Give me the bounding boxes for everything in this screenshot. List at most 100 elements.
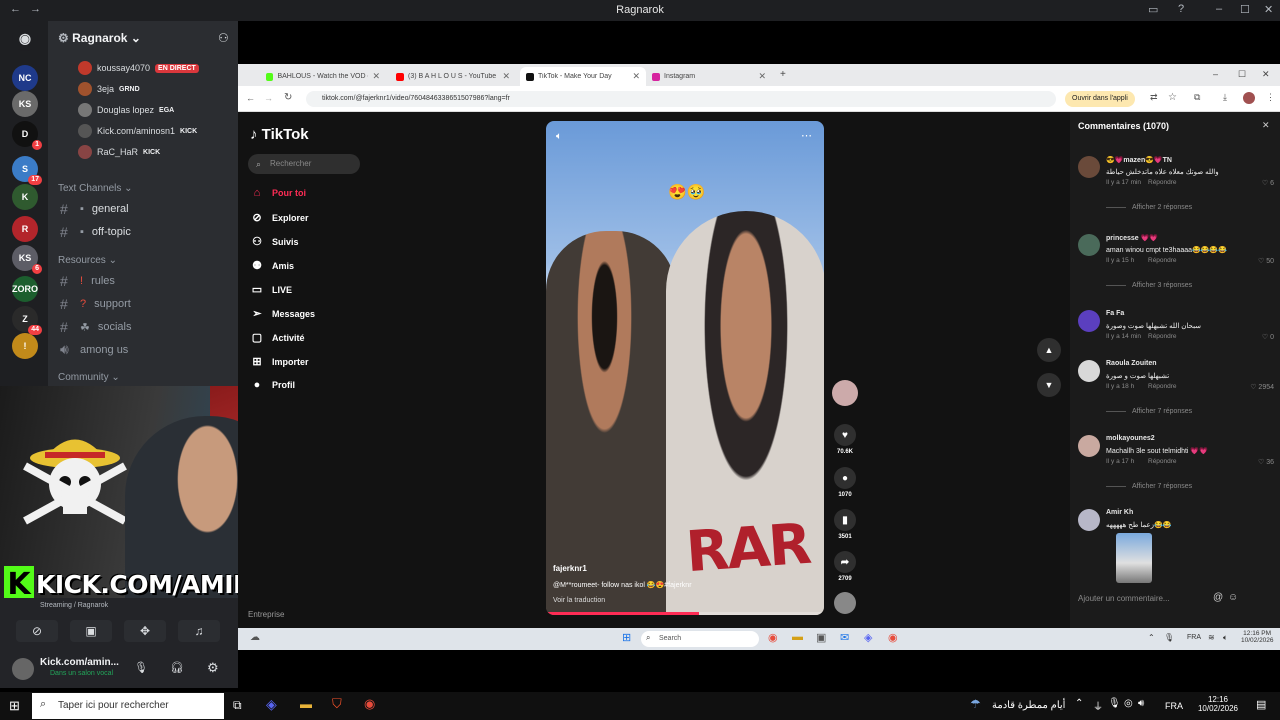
nav-item-messages[interactable]: ➢ Messages xyxy=(250,307,315,320)
download-icon[interactable]: ⤓ xyxy=(1223,92,1227,103)
windows-start-icon[interactable]: ⊞ xyxy=(9,698,20,714)
footer-link[interactable]: Entreprise xyxy=(248,610,284,619)
server-icon[interactable]: S 17 xyxy=(12,156,42,185)
avatar[interactable] xyxy=(1078,360,1100,382)
mute-video-button[interactable]: ⊘ xyxy=(16,620,58,642)
show-replies-button[interactable]: Afficher 7 réponses xyxy=(1106,483,1192,490)
channel-rules[interactable]: #! rules xyxy=(60,273,115,289)
wifi-icon[interactable]: ≋ xyxy=(1208,633,1215,642)
windows-start-icon[interactable]: ⊞ xyxy=(622,631,631,644)
back-icon[interactable]: ← xyxy=(246,93,255,103)
mic-icon[interactable]: 🎙︎ xyxy=(1108,698,1121,709)
inner-search-box[interactable]: Search xyxy=(641,631,759,647)
minimize-icon[interactable]: – xyxy=(1213,69,1218,79)
tray-chevron-icon[interactable]: ⌃ xyxy=(1148,633,1155,642)
comment-username[interactable]: Fa Fa xyxy=(1106,310,1124,317)
volume-icon[interactable]: 🔊︎ xyxy=(1138,698,1144,709)
add-comment-input[interactable]: Ajouter un commentaire... xyxy=(1078,594,1218,603)
maximize-icon[interactable]: ☐ xyxy=(1240,3,1250,16)
nav-item-suivis[interactable]: ⚇ Suivis xyxy=(250,235,298,248)
volume-icon[interactable]: 🔈︎ xyxy=(556,131,562,142)
soundboard-button[interactable]: ♫ xyxy=(178,620,220,642)
store-icon[interactable]: ▣ xyxy=(816,631,826,644)
inbox-icon[interactable]: ▭ xyxy=(1148,3,1158,16)
nav-item-profil[interactable]: ● Profil xyxy=(250,379,295,391)
more-options-icon[interactable]: ⋯ xyxy=(801,129,812,142)
star-icon[interactable]: ☆ xyxy=(1168,92,1177,103)
comment-username[interactable]: molkayounes2 xyxy=(1106,435,1155,442)
comment-like-button[interactable]: ♡ 36 xyxy=(1258,458,1274,466)
help-icon[interactable]: ? xyxy=(1178,3,1184,15)
language-indicator[interactable]: FRA xyxy=(1187,634,1201,641)
language-indicator[interactable]: FRA xyxy=(1165,701,1183,711)
comment-like-button[interactable]: ♡ 2954 xyxy=(1250,383,1274,391)
usb-icon[interactable]: ⏚ xyxy=(1093,698,1103,713)
forward-icon[interactable]: → xyxy=(264,93,273,103)
chrome-icon[interactable]: ◉ xyxy=(768,631,778,644)
comment-username[interactable]: 😎💗mazen😎💗TN xyxy=(1106,156,1172,164)
open-in-app-button[interactable]: Ouvrir dans l'appli xyxy=(1065,91,1135,107)
brave-icon[interactable]: ⛉ xyxy=(332,696,342,712)
browser-tab[interactable]: BAHLOUS - Watch the VOD on ✕ xyxy=(260,67,386,86)
creator-avatar-button[interactable] xyxy=(830,380,860,409)
guild-header[interactable]: ⚙ Ragnarok ⌄ xyxy=(58,31,141,45)
maximize-icon[interactable]: ☐ xyxy=(1238,69,1246,80)
inner-clock[interactable]: 12:16 PM 10/02/2026 xyxy=(1241,630,1274,644)
like-button[interactable]: ♥ 70.6K xyxy=(830,424,860,455)
notifications-icon[interactable]: ▤ xyxy=(1256,698,1266,711)
server-icon[interactable]: NC xyxy=(12,65,38,91)
reply-button[interactable]: Répondre xyxy=(1148,383,1177,390)
tiktok-search-input[interactable]: Rechercher xyxy=(248,154,360,174)
comment-like-button[interactable]: ♡ 50 xyxy=(1258,257,1274,265)
settings-gear-icon[interactable]: ⚙ xyxy=(207,660,219,676)
show-replies-button[interactable]: Afficher 7 réponses xyxy=(1106,408,1192,415)
video-progress-bar[interactable] xyxy=(546,612,824,615)
new-tab-icon[interactable]: + xyxy=(780,69,786,80)
comment-username[interactable]: Amir Kh xyxy=(1106,509,1133,516)
server-icon[interactable]: KS 6 xyxy=(12,245,42,274)
see-translation-link[interactable]: Voir la traduction xyxy=(553,597,605,604)
server-icon[interactable]: ! xyxy=(12,333,38,359)
server-icon[interactable]: Z 44 xyxy=(12,306,42,335)
channel-support[interactable]: #? support xyxy=(60,296,131,312)
channel-general[interactable]: # ▪ general xyxy=(60,201,129,217)
video-player[interactable]: RAR 😍🥹 🔈︎ ⋯ fajerknr1 @M**roumeet- follo… xyxy=(546,121,824,615)
mail-icon[interactable]: ✉ xyxy=(840,631,849,644)
music-disc-button[interactable] xyxy=(830,592,860,617)
reply-button[interactable]: Répondre xyxy=(1148,458,1177,465)
category-text-channels[interactable]: Text Channels ⌄ xyxy=(58,183,133,194)
emoji-icon[interactable]: ☺ xyxy=(1228,592,1238,603)
obs-icon[interactable]: ◉ xyxy=(364,696,375,712)
discord-home-icon[interactable]: ◉ xyxy=(12,25,38,51)
server-icon[interactable]: KS xyxy=(12,91,38,117)
activities-button[interactable]: ✥ xyxy=(124,620,166,642)
close-tab-icon[interactable]: ✕ xyxy=(372,71,380,82)
discord-icon[interactable]: ◈ xyxy=(266,696,277,713)
nav-item-importer[interactable]: ⊞ Importer xyxy=(250,355,308,368)
translate-icon[interactable]: ⇄ xyxy=(1150,92,1158,103)
close-icon[interactable]: ✕ xyxy=(1264,3,1273,16)
comment-button[interactable]: ● 1070 xyxy=(830,467,860,498)
weather-text[interactable]: أيام ممطرة قادمة xyxy=(992,700,1065,711)
taskbar-search-box[interactable]: Taper ici pour rechercher xyxy=(32,693,224,719)
mention-icon[interactable]: @ xyxy=(1213,592,1223,603)
channel-off-topic[interactable]: # ▪ off-topic xyxy=(60,224,131,240)
comment-image-thumbnail[interactable] xyxy=(1116,533,1152,583)
comment-username[interactable]: Raoula Zouiten xyxy=(1106,360,1157,367)
browser-tab[interactable]: (3) B A H L O U S - YouTube ✕ xyxy=(390,67,516,86)
discord-icon[interactable]: ◈ xyxy=(864,631,872,644)
browser-tab[interactable]: Instagram ✕ xyxy=(646,67,772,86)
avatar[interactable] xyxy=(1078,156,1100,178)
url-field[interactable]: tiktok.com/@fajerknr1/video/760484633865… xyxy=(306,91,1056,107)
show-replies-button[interactable]: Afficher 2 réponses xyxy=(1106,204,1192,211)
share-button[interactable]: ➦ 2709 xyxy=(830,551,860,582)
screen-share-button[interactable]: ▣ xyxy=(70,620,112,642)
voice-user[interactable]: koussay4070 EN DIRECT xyxy=(78,59,199,77)
next-video-button[interactable]: ▼ xyxy=(1037,373,1061,397)
avatar[interactable] xyxy=(1078,310,1100,332)
comment-like-button[interactable]: ♡ 0 xyxy=(1262,333,1274,341)
browser-tab[interactable]: TikTok - Make Your Day ✕ xyxy=(520,67,646,86)
avatar[interactable] xyxy=(1078,234,1100,256)
close-tab-icon[interactable]: ✕ xyxy=(758,71,766,82)
profile-avatar[interactable] xyxy=(1243,92,1255,104)
